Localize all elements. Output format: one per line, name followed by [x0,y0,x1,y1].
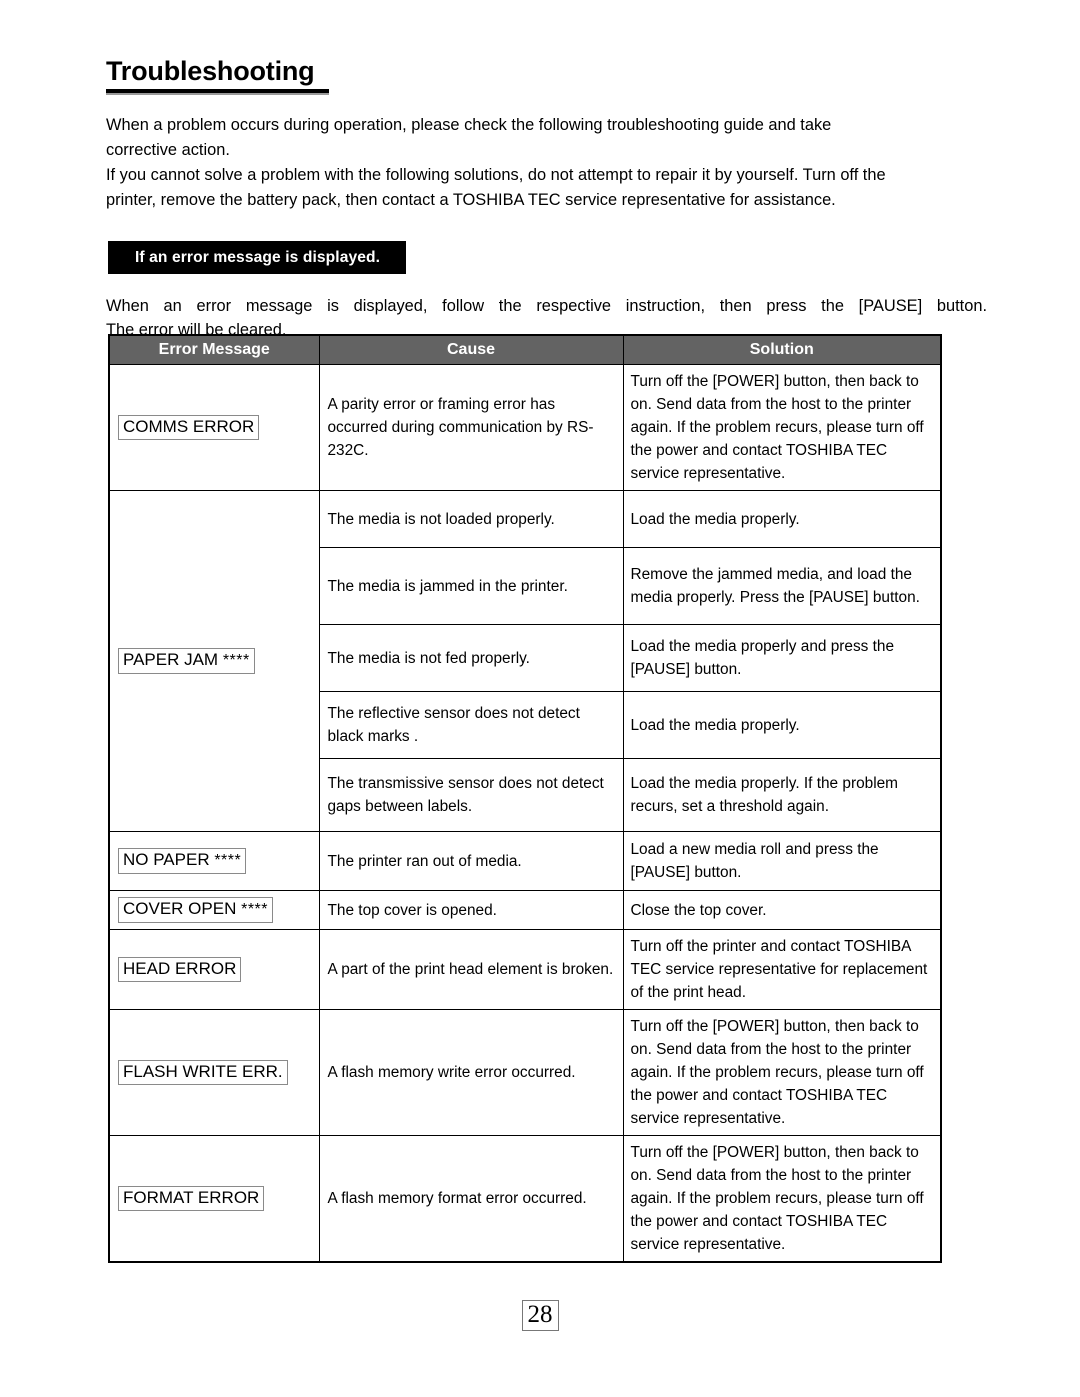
cause-cell: The media is jammed in the printer. [318,547,624,625]
error-label-badge: FORMAT ERROR [118,1186,265,1211]
cause-cell: The top cover is opened. [318,890,624,930]
error-message-table: Error Message Cause Solution COMMS ERROR… [108,334,942,1263]
error-label-badge: COVER OPEN **** [118,897,273,923]
error-label-text: PAPER JAM [123,650,219,669]
cause-cell: The printer ran out of media. [318,831,624,891]
page-title-block: Troubleshooting [106,56,329,96]
error-label-text: COMMS ERROR [123,417,255,436]
solution-cell: Turn off the [POWER] button, then back t… [622,1135,942,1263]
solution-cell: Remove the jammed media, and load the me… [622,547,942,625]
cause-cell: A flash memory format error occurred. [318,1135,624,1263]
solution-cell: Turn off the printer and contact TOSHIBA… [622,929,942,1010]
cause-cell: The transmissive sensor does not detect … [318,758,624,832]
cause-cell: The media is not loaded properly. [318,490,624,548]
table-body: COMMS ERROR A parity error or framing er… [108,364,942,1263]
error-message-cell: COMMS ERROR [108,364,320,491]
table-row: HEAD ERROR A part of the print head elem… [108,929,942,1010]
column-header-error-message: Error Message [108,334,320,365]
solution-cell: Load the media properly. If the problem … [622,758,942,832]
intro-line-3: If you cannot solve a problem with the f… [106,166,886,184]
intro-line-1: When a problem occurs during operation, … [106,116,832,134]
solution-cell: Turn off the [POWER] button, then back t… [622,1009,942,1136]
page-number-block: 28 [0,1300,1080,1331]
solution-cell: Load the media properly and press the [P… [622,624,942,692]
table-row: NO PAPER **** The printer ran out of med… [108,831,942,891]
error-label-text: FLASH WRITE ERR. [123,1062,283,1081]
cause-cell: A flash memory write error occurred. [318,1009,624,1136]
error-label-badge: COMMS ERROR [118,415,260,440]
error-message-cell: NO PAPER **** [108,831,320,891]
page-title: Troubleshooting [106,56,315,86]
error-message-cell: PAPER JAM **** [108,490,320,832]
error-label-text: NO PAPER [123,850,210,869]
solution-cell: Turn off the [POWER] button, then back t… [622,364,942,491]
section-banner: If an error message is displayed. [108,241,407,274]
solution-cell: Load a new media roll and press the [PAU… [622,831,942,891]
intro-line-2: corrective action. [106,141,230,159]
solution-cell: Load the media properly. [622,490,942,548]
document-page: Troubleshooting When a problem occurs du… [0,0,1080,1397]
table-row: COMMS ERROR A parity error or framing er… [108,364,942,491]
solution-cell: Close the top cover. [622,890,942,930]
error-label-badge: FLASH WRITE ERR. [118,1060,288,1085]
intro-line-4: printer, remove the battery pack, then c… [106,191,836,209]
error-message-cell: FLASH WRITE ERR. [108,1009,320,1136]
error-label-badge: HEAD ERROR [118,957,242,982]
error-label-stars: **** [241,901,268,918]
error-message-cell: HEAD ERROR [108,929,320,1010]
table-header-row: Error Message Cause Solution [108,334,942,365]
table-header: Error Message Cause Solution [108,334,942,365]
error-label-stars: **** [214,852,242,869]
error-label-text: COVER OPEN [123,899,237,918]
solution-cell: Load the media properly. [622,691,942,759]
title-underline-shadow [106,93,329,96]
column-header-cause: Cause [318,334,624,365]
cause-cell: A part of the print head element is brok… [318,929,624,1010]
lead-line-1: When an error message is displayed, foll… [106,297,987,315]
cause-cell: The media is not fed properly. [318,624,624,692]
column-header-solution: Solution [622,334,942,365]
error-message-cell: FORMAT ERROR [108,1135,320,1263]
error-label-stars: **** [222,652,250,669]
error-label-text: FORMAT ERROR [123,1188,260,1207]
table-row: FORMAT ERROR A flash memory format error… [108,1135,942,1263]
page-number: 28 [521,1300,559,1331]
table-row: PAPER JAM **** The media is not loaded p… [108,490,942,832]
cause-cell: A parity error or framing error has occu… [318,364,624,491]
error-message-cell: COVER OPEN **** [108,890,320,930]
error-label-text: HEAD ERROR [123,959,237,978]
table-row: FLASH WRITE ERR. A flash memory write er… [108,1009,942,1136]
cause-cell: The reflective sensor does not detect bl… [318,691,624,759]
table-row: COVER OPEN **** The top cover is opened.… [108,890,942,930]
intro-paragraphs: When a problem occurs during operation, … [106,113,988,213]
error-label-badge: PAPER JAM **** [118,648,255,674]
error-label-badge: NO PAPER **** [118,848,247,874]
